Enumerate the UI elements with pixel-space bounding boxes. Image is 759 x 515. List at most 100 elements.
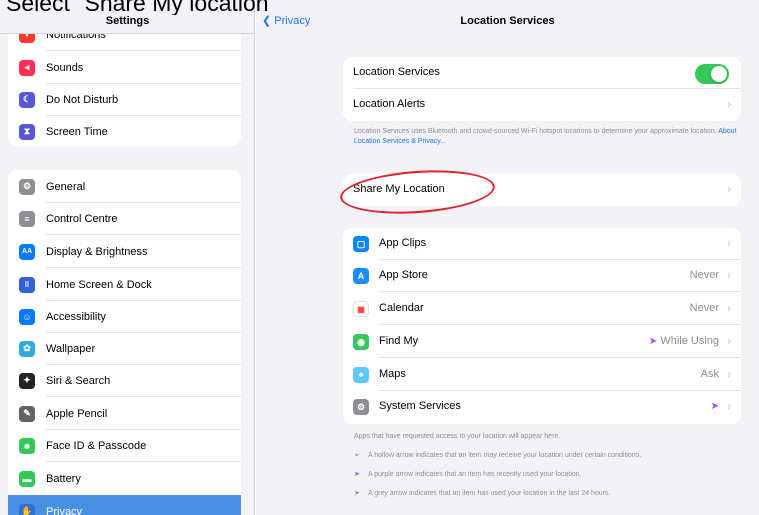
app-name: Find My (379, 335, 419, 347)
app-clips-icon: ▢ (353, 236, 369, 252)
sidebar-item-general[interactable]: ⚙ General (8, 170, 241, 203)
location-services-row: Location Services (343, 57, 741, 89)
battery-icon: ▬ (19, 470, 35, 487)
sidebar-item-label: Apple Pencil (46, 407, 108, 420)
chevron-right-icon: › (727, 301, 731, 315)
apps-list-card: ▢ App Clips › A App Store Never › ▦ Cale… (343, 228, 741, 424)
instruction-caption: Select "Share My location" (6, 0, 277, 15)
location-arrow-icon: ➤ (648, 336, 658, 347)
chevron-right-icon: › (727, 236, 731, 250)
sidebar-group-2: ⚙ General ≡ Control Centre AA Display & … (8, 170, 241, 515)
location-services-toggle[interactable] (695, 64, 729, 84)
sidebar-item-label: Sounds (46, 61, 84, 74)
location-alerts-label: Location Alerts (353, 98, 426, 110)
legend-text: A grey arrow indicates that an item has … (368, 490, 611, 497)
flower-icon: ✿ (19, 340, 35, 357)
location-services-label: Location Services (353, 66, 440, 78)
sidebar-item-label: General (46, 180, 86, 193)
sidebar-group-1: ▪ Notifications ◂ Sounds ☾ Do Not Distur… (8, 26, 241, 146)
sidebar-title: Settings (105, 15, 150, 27)
sidebar-item-siri-search[interactable]: ✦ Siri & Search (8, 364, 241, 397)
text-size-icon: AA (19, 243, 35, 260)
sidebar-item-home-screen-dock[interactable]: ⠿ Home Screen & Dock (8, 268, 241, 301)
moon-icon: ☾ (19, 91, 35, 108)
app-row-app-store[interactable]: A App Store Never › (343, 260, 741, 292)
purple-arrow-icon: ➤ (354, 471, 360, 478)
face-id-icon: ☻ (19, 437, 35, 454)
app-row-system-services[interactable]: ⚙ System Services ➤ › (343, 391, 741, 423)
sidebar-item-face-id-passcode[interactable]: ☻ Face ID & Passcode (8, 429, 241, 462)
location-arrow-icon: ➤ (710, 401, 719, 412)
grid-icon: ⠿ (19, 276, 35, 293)
app-permission-value: ➤ While Using (649, 335, 719, 347)
chevron-right-icon: › (727, 399, 731, 413)
switches-icon: ≡ (19, 210, 35, 227)
legend-purple: ➤ A purple arrow indicates that an item h… (354, 470, 582, 478)
sidebar-item-label: Siri & Search (46, 374, 111, 387)
app-name: Maps (379, 368, 406, 380)
sidebar-item-control-centre[interactable]: ≡ Control Centre (8, 202, 241, 235)
gear-icon: ⚙ (353, 399, 369, 415)
sidebar-item-label: Privacy (46, 505, 83, 515)
sidebar-item-label: Home Screen & Dock (46, 278, 152, 291)
app-name: System Services (379, 400, 461, 412)
sidebar-item-battery[interactable]: ▬ Battery (8, 462, 241, 495)
maps-icon: ⌖ (353, 367, 369, 383)
pencil-icon: ✎ (19, 405, 35, 422)
sounds-icon: ◂ (19, 59, 35, 76)
chevron-right-icon: › (727, 182, 731, 196)
app-name: Calendar (379, 302, 424, 314)
sidebar-item-label: Do Not Disturb (46, 93, 119, 106)
chevron-right-icon: › (727, 334, 731, 348)
location-alerts-row[interactable]: Location Alerts › (343, 89, 741, 121)
accessibility-icon: ☺ (19, 308, 35, 325)
app-permission-value: Never (689, 269, 719, 281)
hourglass-icon: ⧗ (19, 123, 35, 140)
sidebar-item-label: Screen Time (46, 125, 108, 138)
sidebar-item-label: Battery (46, 472, 81, 485)
sidebar-item-sounds[interactable]: ◂ Sounds (8, 51, 241, 84)
sidebar-item-privacy[interactable]: ✋ Privacy (8, 495, 241, 515)
grey-arrow-icon: ➤ (354, 490, 360, 497)
chevron-right-icon: › (727, 97, 731, 111)
app-row-maps[interactable]: ⌖ Maps Ask › (343, 359, 741, 391)
hand-icon: ✋ (19, 503, 35, 515)
sidebar-item-do-not-disturb[interactable]: ☾ Do Not Disturb (8, 83, 241, 116)
legend-grey: ➤ A grey arrow indicates that an item has… (354, 489, 610, 497)
apps-footer-text: Apps that have requested access to your … (354, 433, 561, 440)
permission-text: While Using (660, 335, 719, 347)
location-services-pane: ❮ Privacy Location Services Location Ser… (256, 0, 759, 515)
sidebar-item-apple-pencil[interactable]: ✎ Apple Pencil (8, 397, 241, 430)
sidebar-item-screen-time[interactable]: ⧗ Screen Time (8, 115, 241, 146)
location-info-text: Location Services uses Bluetooth and cro… (354, 127, 744, 147)
legend-hollow: ➢ A hollow arrow indicates that an item m… (354, 451, 641, 459)
sidebar-item-label: Display & Brightness (46, 245, 148, 258)
settings-sidebar: Settings ▪ Notifications ◂ Sounds ☾ Do N… (0, 0, 255, 515)
app-permission-value: Never (689, 302, 719, 314)
legend-text: A purple arrow indicates that an item ha… (368, 471, 582, 478)
sidebar-item-label: Control Centre (46, 212, 118, 225)
sidebar-item-label: Wallpaper (46, 342, 96, 355)
sidebar-item-accessibility[interactable]: ☺ Accessibility (8, 300, 241, 333)
app-row-calendar[interactable]: ▦ Calendar Never › (343, 293, 741, 325)
app-name: App Store (379, 269, 428, 281)
sidebar-item-wallpaper[interactable]: ✿ Wallpaper (8, 332, 241, 365)
location-settings-card: Location Services Location Alerts › (343, 57, 741, 121)
app-name: App Clips (379, 237, 427, 249)
app-store-icon: A (353, 268, 369, 284)
find-my-icon: ◉ (353, 334, 369, 350)
app-permission-value: Ask (700, 368, 719, 380)
app-permission-value: ➤ (711, 400, 719, 412)
hollow-arrow-icon: ➢ (354, 452, 360, 459)
sidebar-item-display-brightness[interactable]: AA Display & Brightness (8, 235, 241, 268)
sidebar-item-label: Face ID & Passcode (46, 439, 147, 452)
app-row-app-clips[interactable]: ▢ App Clips › (343, 228, 741, 260)
chevron-right-icon: › (727, 367, 731, 381)
gear-icon: ⚙ (19, 178, 35, 195)
app-row-find-my[interactable]: ◉ Find My ➤ While Using › (343, 326, 741, 358)
siri-icon: ✦ (19, 372, 35, 389)
legend-text: A hollow arrow indicates that an item ma… (368, 452, 642, 459)
calendar-icon: ▦ (353, 301, 369, 317)
info-text: Location Services uses Bluetooth and cro… (354, 128, 717, 135)
sidebar-item-label: Accessibility (46, 310, 106, 323)
